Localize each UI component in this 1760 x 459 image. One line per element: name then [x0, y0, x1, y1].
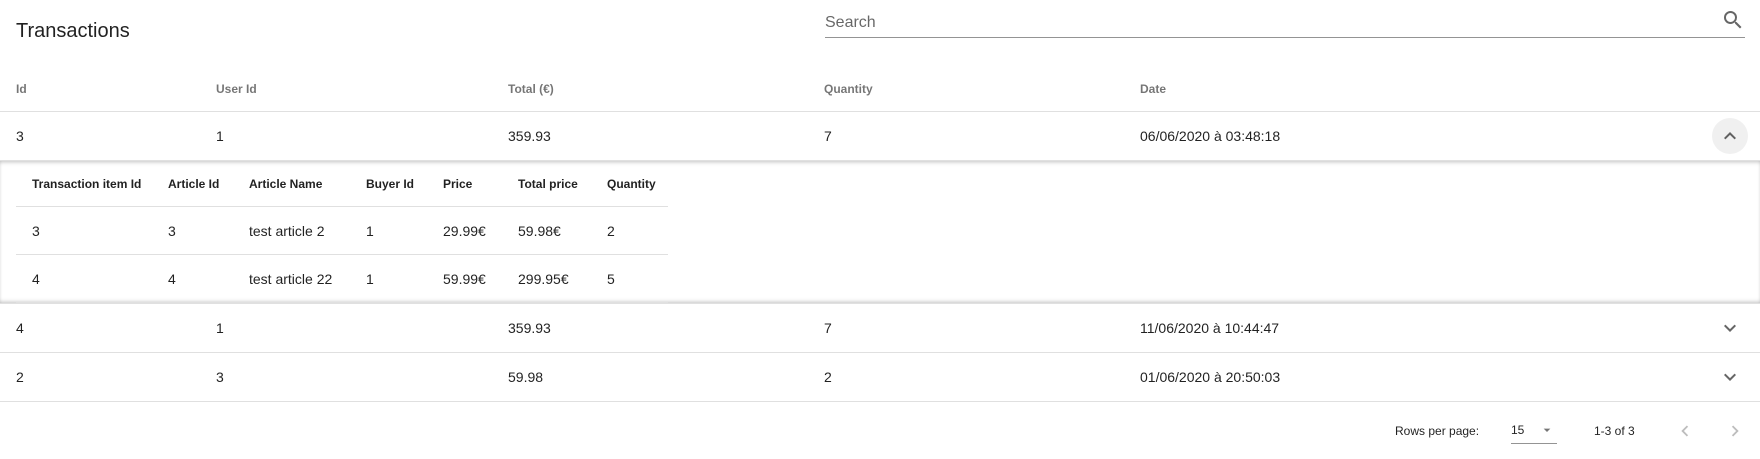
- detail-table-row: 3 3 test article 2 1 29.99€ 59.98€ 2: [16, 207, 668, 255]
- detail-table-row: 4 4 test article 22 1 59.99€ 299.95€ 5: [16, 255, 668, 303]
- table-row[interactable]: 3 1 359.93 7 06/06/2020 à 03:48:18: [0, 112, 1760, 161]
- cell-date: 01/06/2020 à 20:50:03: [1140, 369, 1281, 385]
- detail-header-total-price: Total price: [518, 176, 578, 191]
- page-title: Transactions: [16, 20, 130, 42]
- table-row[interactable]: 4 1 359.93 7 11/06/2020 à 10:44:47: [0, 304, 1760, 353]
- cell-user-id: 3: [216, 369, 224, 385]
- cell-date: 11/06/2020 à 10:44:47: [1140, 320, 1280, 336]
- detail-cell-item-id: 3: [32, 222, 40, 239]
- detail-cell-article-id: 4: [168, 270, 176, 287]
- collapse-row-button[interactable]: [1712, 118, 1748, 154]
- detail-cell-article-name: test article 22: [249, 270, 333, 287]
- chevron-up-icon: [1724, 132, 1736, 140]
- cell-total: 359.93: [508, 320, 551, 336]
- expand-row-button[interactable]: [1712, 310, 1748, 346]
- cell-date: 06/06/2020 à 03:48:18: [1140, 128, 1281, 144]
- cell-quantity: 2: [824, 369, 832, 385]
- cell-total: 359.93: [508, 128, 551, 144]
- chevron-down-icon: [1724, 373, 1736, 381]
- table-row[interactable]: 2 3 59.98 2 01/06/2020 à 20:50:03: [0, 353, 1760, 402]
- transaction-detail-panel: Transaction item Id Article Id Article N…: [0, 161, 1760, 304]
- detail-header-quantity: Quantity: [607, 176, 656, 191]
- arrow-drop-down-icon: [1543, 428, 1551, 432]
- detail-table-header: Transaction item Id Article Id Article N…: [16, 161, 668, 207]
- detail-header-buyer-id: Buyer Id: [366, 176, 415, 191]
- detail-cell-item-id: 4: [32, 270, 40, 287]
- detail-cell-quantity: 2: [607, 222, 615, 239]
- pagination-footer: Rows per page: 15 1-3 of 3: [0, 410, 1760, 452]
- detail-header-transaction-item-id: Transaction item Id: [32, 176, 142, 191]
- detail-header-article-name: Article Name: [249, 176, 323, 191]
- rows-per-page-label: Rows per page:: [1395, 424, 1480, 438]
- cell-id: 4: [16, 320, 24, 336]
- detail-cell-quantity: 5: [607, 270, 615, 287]
- toolbar: Transactions: [0, 0, 1760, 66]
- detail-cell-buyer-id: 1: [366, 222, 374, 239]
- next-page-button[interactable]: [1720, 416, 1750, 446]
- column-header-quantity[interactable]: Quantity: [824, 66, 873, 111]
- column-header-total[interactable]: Total (€): [508, 66, 554, 111]
- table-header: Id User Id Total (€) Quantity Date: [0, 66, 1760, 112]
- detail-cell-price: 29.99€: [443, 222, 486, 239]
- cell-quantity: 7: [824, 128, 832, 144]
- search-field[interactable]: [825, 6, 1745, 38]
- detail-header-article-id: Article Id: [168, 176, 220, 191]
- previous-page-button[interactable]: [1670, 416, 1700, 446]
- cell-user-id: 1: [216, 320, 224, 336]
- chevron-down-icon: [1724, 324, 1736, 332]
- pagination-range: 1-3 of 3: [1594, 424, 1635, 438]
- rows-per-page-value: 15: [1511, 423, 1525, 437]
- detail-cell-article-name: test article 2: [249, 222, 325, 239]
- chevron-left-icon: [1681, 425, 1689, 437]
- detail-cell-total-price: 59.98€: [518, 222, 561, 239]
- cell-user-id: 1: [216, 128, 224, 144]
- search-icon[interactable]: [1721, 8, 1745, 32]
- chevron-right-icon: [1731, 425, 1739, 437]
- column-header-id[interactable]: Id: [16, 66, 27, 111]
- cell-id: 2: [16, 369, 24, 385]
- detail-cell-article-id: 3: [168, 222, 176, 239]
- column-header-date[interactable]: Date: [1140, 66, 1166, 111]
- expand-row-button[interactable]: [1712, 359, 1748, 395]
- cell-id: 3: [16, 128, 24, 144]
- detail-header-price: Price: [443, 176, 473, 191]
- column-header-user-id[interactable]: User Id: [216, 66, 257, 111]
- rows-per-page-select[interactable]: 15: [1511, 418, 1557, 444]
- cell-total: 59.98: [508, 369, 544, 385]
- detail-cell-buyer-id: 1: [366, 270, 374, 287]
- cell-quantity: 7: [824, 320, 832, 336]
- detail-cell-total-price: 299.95€: [518, 270, 569, 287]
- search-input[interactable]: [825, 10, 1705, 36]
- detail-cell-price: 59.99€: [443, 270, 486, 287]
